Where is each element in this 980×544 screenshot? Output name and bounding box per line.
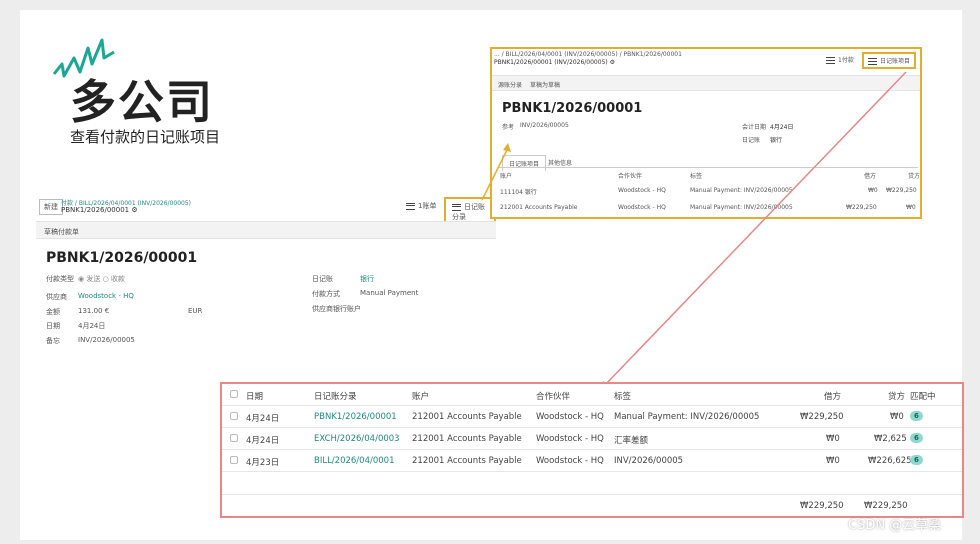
- col-journal-entry[interactable]: 日记账分录: [314, 390, 357, 402]
- watermark: CSDN @云草桑: [848, 518, 942, 533]
- table-header-row: 日期 日记账分录 账户 合作伙伴 标签 借方 贷方 匹配中: [222, 384, 962, 406]
- total-credit: ₩229,250: [864, 501, 908, 511]
- row-label: INV/2026/00005: [614, 456, 684, 466]
- col-matching[interactable]: 匹配中: [910, 390, 936, 402]
- row-debit: ₩0: [826, 456, 840, 466]
- col-credit[interactable]: 贷方: [888, 390, 905, 402]
- row-debit: ₩0: [826, 434, 840, 444]
- col-partner[interactable]: 合作伙伴: [536, 390, 570, 402]
- row-checkbox[interactable]: [230, 412, 238, 423]
- row-credit: ₩2,625: [874, 434, 907, 444]
- row-checkbox[interactable]: [230, 456, 238, 467]
- row-entry-link[interactable]: PBNK1/2026/00001: [314, 412, 397, 422]
- row-credit: ₩226,625: [868, 456, 912, 466]
- col-account[interactable]: 账户: [412, 390, 429, 402]
- row-debit: ₩229,250: [800, 412, 844, 422]
- row-account: 212001 Accounts Payable: [412, 412, 522, 422]
- row-date: 4月24日: [246, 414, 280, 424]
- row-date: 4月23日: [246, 458, 280, 468]
- table-footer-row: ₩229,250 ₩229,250: [222, 494, 962, 516]
- table-row[interactable]: 4月24日 PBNK1/2026/00001 212001 Accounts P…: [222, 406, 962, 428]
- row-label: Manual Payment: INV/2026/00005: [614, 412, 760, 422]
- row-account: 212001 Accounts Payable: [412, 434, 522, 444]
- row-partner: Woodstock - HQ: [536, 456, 604, 466]
- col-label[interactable]: 标签: [614, 390, 631, 402]
- row-account: 212001 Accounts Payable: [412, 456, 522, 466]
- table-row[interactable]: 4月23日 BILL/2026/04/0001 212001 Accounts …: [222, 450, 962, 472]
- total-debit: ₩229,250: [800, 501, 844, 511]
- row-partner: Woodstock - HQ: [536, 412, 604, 422]
- row-label: 汇率差额: [614, 436, 649, 446]
- select-all-checkbox[interactable]: [230, 390, 238, 401]
- journal-items-table: 日期 日记账分录 账户 合作伙伴 标签 借方 贷方 匹配中 4月24日 PBNK…: [220, 382, 964, 518]
- row-credit: ₩0: [890, 412, 904, 422]
- table-row[interactable]: 4月24日 EXCH/2026/04/0003 212001 Accounts …: [222, 428, 962, 450]
- matching-badge[interactable]: 6: [910, 433, 923, 443]
- row-date: 4月24日: [246, 436, 280, 446]
- col-date[interactable]: 日期: [246, 390, 263, 402]
- row-entry-link[interactable]: EXCH/2026/04/0003: [314, 434, 400, 444]
- row-partner: Woodstock - HQ: [536, 434, 604, 444]
- matching-badge[interactable]: 6: [910, 455, 923, 465]
- row-checkbox[interactable]: [230, 434, 238, 445]
- matching-badge[interactable]: 6: [910, 411, 923, 421]
- row-entry-link[interactable]: BILL/2026/04/0001: [314, 456, 394, 466]
- col-debit[interactable]: 借方: [824, 390, 841, 402]
